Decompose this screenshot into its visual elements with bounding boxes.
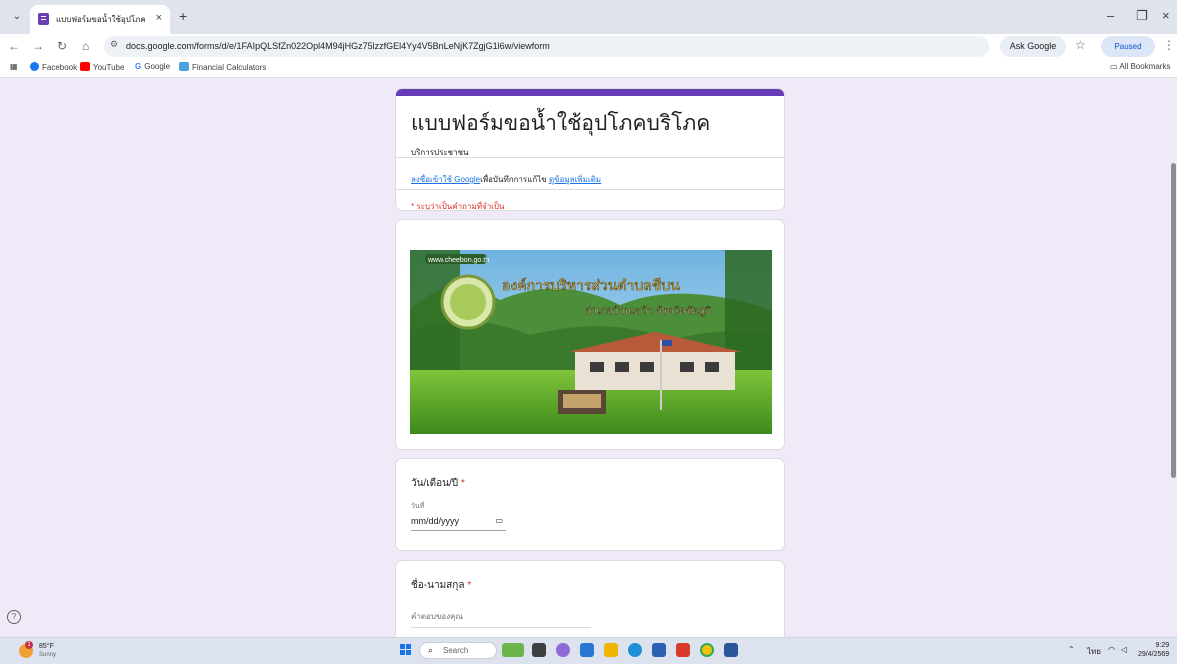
menu-icon[interactable]: ⋮ [1163, 38, 1175, 52]
bookmarks-bar: ▦ Facebook YouTube G Google Financial Cal… [0, 59, 1177, 78]
profile-status: Paused [1114, 42, 1142, 51]
volume-icon[interactable]: ◁ [1121, 645, 1127, 654]
all-bookmarks[interactable]: ▭ All Bookmarks [1110, 62, 1170, 71]
task-view-icon[interactable] [532, 643, 546, 657]
chrome-icon[interactable] [700, 643, 714, 657]
form-title: แบบฟอร์มขอน้ำใช้อุปโภคบริโภค [411, 112, 711, 135]
youtube-icon [80, 62, 90, 71]
windows-start-icon[interactable] [400, 644, 412, 656]
browser-toolbar: ← → ↻ ⌂ ⚙ docs.google.com/forms/d/e/1FAI… [0, 34, 1177, 59]
copilot-icon[interactable] [556, 643, 570, 657]
google-forms-icon [38, 13, 49, 25]
ask-google-label: Ask Google [1009, 41, 1057, 51]
widgets-icon[interactable] [502, 643, 524, 657]
tray-overflow-icon[interactable]: ⌃ [1068, 645, 1075, 654]
bookmark-label: Facebook [42, 63, 78, 72]
weather-condition: Sunny [39, 652, 57, 658]
tab-close-button[interactable]: × [156, 12, 162, 24]
address-bar[interactable]: ⚙ docs.google.com/forms/d/e/1FAIpQLSfZn0… [104, 36, 989, 57]
minimize-icon[interactable]: – [1107, 8, 1114, 23]
clock-time: 9:29 [1155, 642, 1170, 649]
banner-org-name: องค์การบริหารส่วนตำบลชีบน [502, 277, 680, 294]
all-bookmarks-label: All Bookmarks [1119, 62, 1171, 71]
divider [396, 157, 784, 158]
store-icon[interactable] [652, 643, 666, 657]
bookmark-label: YouTube [93, 63, 125, 72]
site-info-icon[interactable]: ⚙ [110, 39, 118, 50]
tab-strip: ⌄ แบบฟอร์มขอน้ำใช้อุปโภคบริโภค × + – ❐ × [0, 0, 1177, 34]
powerpoint-icon[interactable] [676, 643, 690, 657]
clock-date: 29/4/2569 [1138, 651, 1170, 658]
url-text: docs.google.com/forms/d/e/1FAIpQLSfZn022… [126, 41, 550, 51]
back-icon[interactable]: ← [8, 39, 20, 53]
star-icon[interactable]: ☆ [1075, 38, 1086, 52]
profile-button[interactable]: Paused [1101, 36, 1155, 57]
home-icon[interactable]: ⌂ [82, 39, 89, 53]
file-explorer-icon[interactable] [604, 643, 618, 657]
form-header-card: แบบฟอร์มขอน้ำใช้อุปโภคบริโภค บริการประชา… [395, 88, 785, 211]
google-icon: G [135, 62, 142, 71]
date-input[interactable]: mm/dd/yyyy ▭ [411, 516, 506, 531]
taskbar: 1 85°F Sunny ⌕ Search ⌃ ไทย ◠ ◁ 9:29 29/… [0, 637, 1177, 664]
wifi-icon[interactable]: ◠ [1108, 645, 1115, 654]
question-title: ชื่อ-นามสกุล * [411, 578, 471, 593]
calculator-icon [179, 62, 189, 71]
edge-icon[interactable] [628, 643, 642, 657]
signin-notice: ลงชื่อเข้าใช้ Googleเพื่อบันทึกการแก้ไข … [411, 173, 601, 186]
calendar-icon[interactable]: ▭ [495, 516, 503, 525]
question-card-name: ชื่อ-นามสกุล * คำตอบของคุณ [395, 560, 785, 637]
date-sublabel: วันที่ [411, 503, 425, 510]
question-label: วัน/เดือน/ปี [411, 478, 459, 489]
required-asterisk: * [467, 580, 472, 591]
clock[interactable]: 9:29 29/4/2569 [1138, 641, 1169, 659]
question-card-date: วัน/เดือน/ปี * วันที่ mm/dd/yyyy ▭ [395, 458, 785, 551]
bookmark-label: Google [144, 62, 171, 71]
forward-icon[interactable]: → [32, 39, 44, 53]
theme-bar [396, 89, 784, 96]
name-input[interactable]: คำตอบของคุณ [411, 610, 591, 628]
date-placeholder: mm/dd/yyyy [411, 516, 460, 526]
facebook-icon [30, 62, 39, 71]
required-asterisk: * [460, 478, 465, 489]
new-tab-button[interactable]: + [179, 8, 187, 24]
tab-search-icon[interactable]: ⌄ [8, 8, 26, 26]
reload-icon[interactable]: ↻ [57, 39, 67, 53]
bookmark-label: Financial Calculators [192, 63, 267, 72]
question-label: ชื่อ-นามสกุล [411, 580, 465, 591]
word-icon[interactable] [724, 643, 738, 657]
tab-title: แบบฟอร์มขอน้ำใช้อุปโภคบริโภค [56, 15, 146, 24]
page-viewport: แบบฟอร์มขอน้ำใช้อุปโภคบริโภค บริการประชา… [0, 78, 1177, 637]
question-title: วัน/เดือน/ปี * [411, 476, 465, 491]
help-icon[interactable]: ? [7, 610, 21, 624]
signin-text: เพื่อบันทึกการแก้ไข [480, 175, 547, 184]
language-indicator[interactable]: ไทย [1087, 645, 1101, 658]
taskbar-search[interactable]: ⌕ Search [419, 642, 497, 659]
folder-icon: ▭ [1110, 62, 1120, 71]
weather-temperature: 85°F [39, 643, 54, 650]
required-note: * ระบุว่าเป็นคำถามที่จำเป็น [411, 202, 505, 211]
bookmark-facebook[interactable]: Facebook [30, 62, 77, 72]
restore-icon[interactable]: ❐ [1136, 8, 1148, 24]
bookmark-financial-calculators[interactable]: Financial Calculators [179, 62, 266, 72]
browser-tab[interactable]: แบบฟอร์มขอน้ำใช้อุปโภคบริโภค × [30, 5, 170, 34]
page-scrollbar[interactable] [1171, 163, 1176, 478]
banner-district: อำเภอบ้านเขว้า จังหวัดชัยภูมิ [585, 305, 711, 317]
organization-banner-image: www.cheebon.go.th องค์การบริหารส่วนตำบลช… [410, 250, 772, 434]
weather-badge: 1 [25, 641, 33, 649]
ask-google-button[interactable]: Ask Google [1000, 36, 1066, 57]
divider [396, 189, 784, 190]
taskbar-search-label: Search [443, 646, 469, 655]
apps-icon[interactable]: ▦ [10, 62, 18, 71]
close-window-icon[interactable]: × [1162, 8, 1170, 23]
search-icon: ⌕ [428, 645, 434, 655]
bookmark-google[interactable]: G Google [135, 62, 170, 71]
learn-more-link[interactable]: ดูข้อมูลเพิ่มเติม [549, 175, 601, 184]
banner-card: www.cheebon.go.th องค์การบริหารส่วนตำบลช… [395, 219, 785, 450]
banner-website: www.cheebon.go.th [427, 257, 489, 264]
bookmark-youtube[interactable]: YouTube [80, 62, 124, 72]
teams-icon[interactable] [580, 643, 594, 657]
signin-link[interactable]: ลงชื่อเข้าใช้ Google [411, 175, 480, 184]
